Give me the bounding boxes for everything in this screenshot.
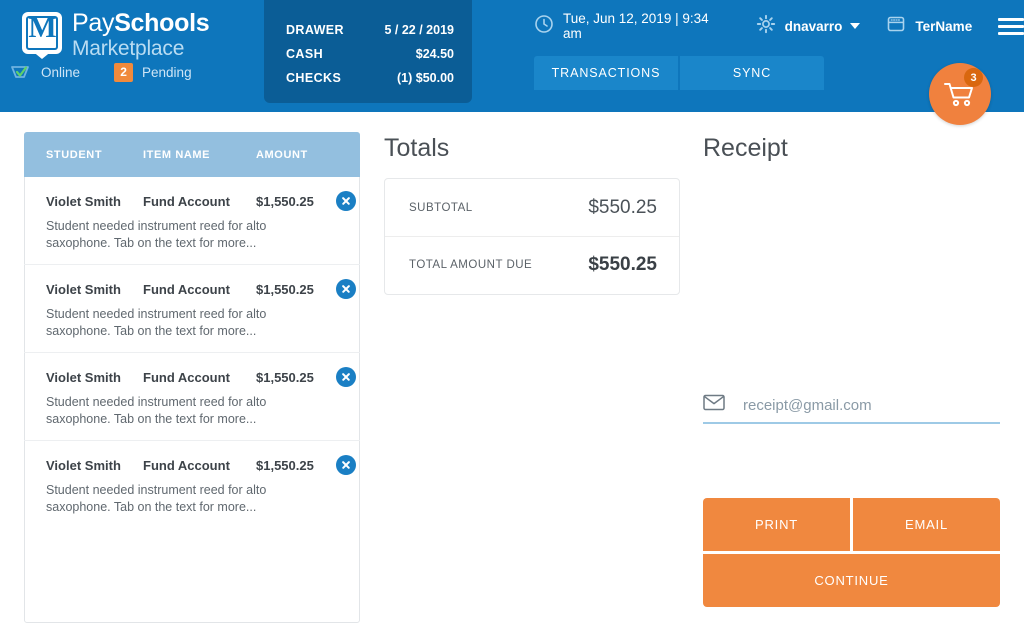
cell-item-name: Fund Account xyxy=(143,281,230,297)
pending-count-badge: 2 xyxy=(114,62,134,82)
cell-item-name: Fund Account xyxy=(143,193,230,209)
cell-item-name: Fund Account xyxy=(143,369,230,385)
transactions-button[interactable]: TRANSACTIONS xyxy=(534,56,678,90)
status-indicators: Online 2 Pending xyxy=(8,62,226,82)
user-menu[interactable]: dnavarro xyxy=(756,14,861,39)
remove-item-icon[interactable] xyxy=(336,367,356,387)
table-row[interactable]: Violet Smith Fund Account $1,550.25 Stud… xyxy=(24,177,360,264)
envelope-icon xyxy=(703,394,725,416)
brand-name-secondary: Marketplace xyxy=(72,37,185,60)
status-online-label: Online xyxy=(41,64,81,80)
total-due-value: $550.25 xyxy=(588,254,657,275)
terminal-name-label: TerName xyxy=(915,18,973,34)
brand-logo: M PaySchools Marketplace xyxy=(22,9,210,60)
total-due-label: TOTAL AMOUNT DUE xyxy=(409,259,533,271)
top-navigation: Tue, Jun 12, 2019 | 9:34 am dnavarro Ter… xyxy=(534,11,1024,41)
receipt-email-field[interactable]: receipt@gmail.com xyxy=(703,388,1000,424)
table-row[interactable]: Violet Smith Fund Account $1,550.25 Stud… xyxy=(24,264,360,352)
hamburger-menu-icon[interactable] xyxy=(998,14,1024,39)
total-due-row: TOTAL AMOUNT DUE $550.25 xyxy=(385,236,679,293)
table-row[interactable]: Violet Smith Fund Account $1,550.25 Stud… xyxy=(24,440,360,528)
totals-section-title: Totals xyxy=(384,134,450,162)
cell-student: Violet Smith xyxy=(46,369,121,385)
sync-button[interactable]: SYNC xyxy=(680,56,824,90)
hamburger-bar xyxy=(998,31,1024,35)
table-row[interactable]: Violet Smith Fund Account $1,550.25 Stud… xyxy=(24,352,360,440)
cell-student: Violet Smith xyxy=(46,457,121,473)
cell-description[interactable]: Student needed instrument reed for alto … xyxy=(46,394,281,428)
drawer-row: CHECKS (1) $50.00 xyxy=(286,66,454,90)
datetime-display: Tue, Jun 12, 2019 | 9:34 am xyxy=(534,11,730,41)
remove-item-icon[interactable] xyxy=(336,279,356,299)
brand-name-pay: Pay xyxy=(72,9,115,37)
hamburger-bar xyxy=(998,17,1024,21)
email-button[interactable]: EMAIL xyxy=(853,498,1000,551)
cell-description[interactable]: Student needed instrument reed for alto … xyxy=(46,218,281,252)
receipt-actions: PRINT EMAIL CONTINUE xyxy=(703,498,1000,607)
print-button[interactable]: PRINT xyxy=(703,498,850,551)
cloud-check-icon xyxy=(8,62,32,82)
column-header-item-name: ITEM NAME xyxy=(143,148,211,161)
status-pending: 2 Pending xyxy=(114,62,192,82)
cell-amount: $1,550.25 xyxy=(256,369,314,385)
drawer-summary-panel: DRAWER 5 / 22 / 2019 CASH $24.50 CHECKS … xyxy=(264,0,472,103)
terminal-selector[interactable]: TerName xyxy=(886,14,972,39)
cell-description[interactable]: Student needed instrument reed for alto … xyxy=(46,482,281,516)
register-terminal-icon xyxy=(886,14,906,39)
logo-book-notch xyxy=(31,50,53,59)
status-pending-label: Pending xyxy=(142,64,192,80)
brand-name-schools: Schools xyxy=(114,9,210,37)
gear-icon xyxy=(756,14,776,39)
remove-item-icon[interactable] xyxy=(336,455,356,475)
clock-icon xyxy=(534,14,554,39)
drawer-value: (1) $50.00 xyxy=(397,71,454,85)
drawer-value: $24.50 xyxy=(415,47,454,61)
drawer-key: CHECKS xyxy=(286,71,342,85)
hamburger-bar xyxy=(998,24,1024,28)
drawer-row: CASH $24.50 xyxy=(286,42,454,66)
cell-student: Violet Smith xyxy=(46,193,121,209)
remove-item-icon[interactable] xyxy=(336,191,356,211)
drawer-row: DRAWER 5 / 22 / 2019 xyxy=(286,18,454,42)
subtotal-row: SUBTOTAL $550.25 xyxy=(385,179,679,236)
logo-letter: M xyxy=(28,11,56,44)
datetime-label: Tue, Jun 12, 2019 | 9:34 am xyxy=(563,11,709,41)
cell-description[interactable]: Student needed instrument reed for alto … xyxy=(46,306,281,340)
cell-student: Violet Smith xyxy=(46,281,121,297)
drawer-key: DRAWER xyxy=(286,23,344,37)
cell-amount: $1,550.25 xyxy=(256,457,314,473)
subtotal-label: SUBTOTAL xyxy=(409,201,473,214)
receipt-email-placeholder: receipt@gmail.com xyxy=(743,396,872,414)
column-header-student: STUDENT xyxy=(46,148,103,161)
totals-card: SUBTOTAL $550.25 TOTAL AMOUNT DUE $550.2… xyxy=(384,178,680,295)
cart-button[interactable]: 3 xyxy=(929,63,991,125)
drawer-value: 5 / 22 / 2019 xyxy=(384,23,454,37)
brand-name-primary: PaySchools xyxy=(72,9,210,37)
username-label: dnavarro xyxy=(784,18,843,34)
cart-items-header: STUDENT ITEM NAME AMOUNT xyxy=(24,132,360,177)
chevron-down-icon[interactable] xyxy=(850,23,861,29)
column-header-amount: AMOUNT xyxy=(256,148,308,161)
subtotal-value: $550.25 xyxy=(588,196,657,218)
cell-amount: $1,550.25 xyxy=(256,281,314,297)
cart-count-badge: 3 xyxy=(964,68,983,87)
receipt-section-title: Receipt xyxy=(703,134,788,162)
continue-button[interactable]: CONTINUE xyxy=(703,554,1000,607)
header-action-buttons: TRANSACTIONS SYNC xyxy=(534,56,824,90)
drawer-key: CASH xyxy=(286,47,324,61)
cell-item-name: Fund Account xyxy=(143,457,230,473)
status-online: Online xyxy=(8,62,80,82)
cart-items-list: Violet Smith Fund Account $1,550.25 Stud… xyxy=(24,177,360,528)
app-header: M PaySchools Marketplace Online 2 Pendin… xyxy=(0,0,1024,112)
paySchools-logo-icon: M xyxy=(22,11,62,59)
cell-amount: $1,550.25 xyxy=(256,193,314,209)
